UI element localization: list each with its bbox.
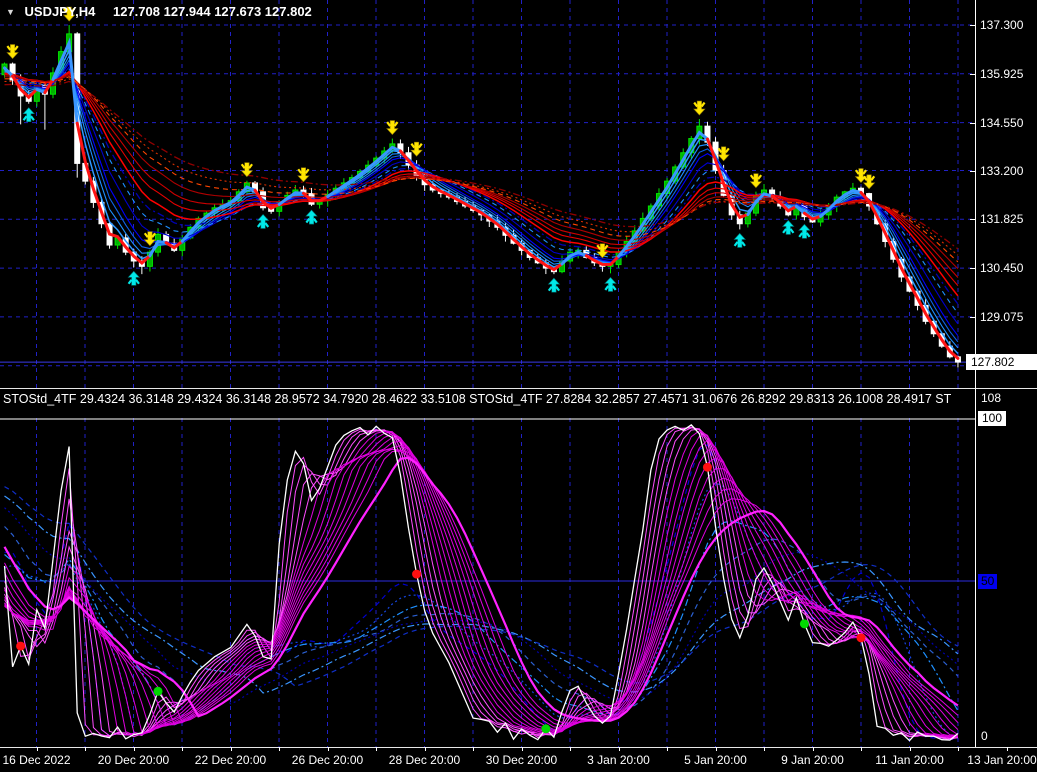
time-axis-label: 11 Jan 20:00 xyxy=(875,753,944,767)
indicator-scale-max-label: 108 xyxy=(981,391,1002,405)
time-axis-tick xyxy=(958,747,959,751)
indicator-canvas[interactable] xyxy=(0,418,1037,747)
indicator-level-0-label: 0 xyxy=(981,729,988,743)
time-axis-label: 20 Dec 20:00 xyxy=(97,753,170,767)
current-price-box: 127.802 xyxy=(966,354,1037,371)
price-axis-tick xyxy=(970,316,975,318)
time-axis-label: 5 Jan 20:00 xyxy=(684,753,747,767)
time-axis-label: 28 Dec 20:00 xyxy=(388,753,461,767)
price-axis-label: 130.450 xyxy=(980,261,1024,276)
time-axis-tick xyxy=(182,747,183,751)
time-axis-tick xyxy=(230,747,232,751)
indicator-level-50-box: 50 xyxy=(978,574,998,589)
time-axis-tick xyxy=(715,747,717,751)
time-axis-tick xyxy=(667,747,668,751)
time-axis-label: 13 Jan 20:00 xyxy=(967,753,1037,767)
price-axis-label: 131.825 xyxy=(980,212,1024,227)
time-axis-tick xyxy=(812,747,814,751)
time-axis-tick xyxy=(473,747,474,751)
price-axis-tick xyxy=(970,73,975,75)
indicator-values-bar: STOStd_4TF 29.4324 36.3148 29.4324 36.31… xyxy=(3,392,952,406)
time-axis-tick xyxy=(327,747,329,751)
price-axis-label: 135.925 xyxy=(980,66,1024,81)
chart-title: ▼ USDJPY,H4 127.708 127.944 127.673 127.… xyxy=(6,4,312,19)
price-axis-label: 129.075 xyxy=(980,309,1024,324)
time-axis-tick xyxy=(133,747,135,751)
time-axis-baseline xyxy=(0,747,1037,748)
time-axis-tick xyxy=(521,747,523,751)
price-axis-tick xyxy=(970,122,975,124)
time-axis-tick xyxy=(1006,747,1008,751)
time-axis-label: 30 Dec 20:00 xyxy=(485,753,558,767)
time-axis-label: 9 Jan 20:00 xyxy=(781,753,844,767)
symbol-dropdown-icon[interactable]: ▼ xyxy=(6,7,15,17)
main-chart-canvas[interactable] xyxy=(0,0,1037,388)
indicator-level-100-box: 100 xyxy=(978,411,1007,426)
time-axis-tick xyxy=(861,747,862,751)
time-axis-tick xyxy=(424,747,426,751)
time-axis-label: 22 Dec 20:00 xyxy=(194,753,267,767)
ohlc-values: 127.708 127.944 127.673 127.802 xyxy=(112,4,312,19)
time-axis-tick xyxy=(85,747,86,751)
time-axis-label: 26 Dec 20:00 xyxy=(291,753,364,767)
time-axis-tick xyxy=(376,747,377,751)
time-axis-tick xyxy=(36,747,38,751)
price-axis-label: 133.200 xyxy=(980,163,1024,178)
time-axis-tick xyxy=(570,747,571,751)
time-axis-tick xyxy=(909,747,911,751)
price-axis-border[interactable] xyxy=(975,0,976,747)
price-axis-tick xyxy=(970,25,975,26)
price-axis-label: 134.550 xyxy=(980,115,1024,130)
symbol-period-label: USDJPY,H4 xyxy=(24,4,96,19)
time-axis-label: 16 Dec 2022 xyxy=(2,753,71,767)
time-axis-tick xyxy=(764,747,765,751)
price-axis-label: 137.300 xyxy=(980,18,1024,32)
price-axis-tick xyxy=(970,219,975,221)
subwindow-separator[interactable] xyxy=(0,388,1037,389)
time-axis-tick xyxy=(279,747,280,751)
mt4-chart-window: ▼ USDJPY,H4 127.708 127.944 127.673 127.… xyxy=(0,0,1037,772)
price-axis-tick xyxy=(970,268,975,270)
time-axis-tick xyxy=(618,747,620,751)
time-axis-label: 3 Jan 20:00 xyxy=(587,753,650,767)
price-axis-tick xyxy=(970,170,975,172)
